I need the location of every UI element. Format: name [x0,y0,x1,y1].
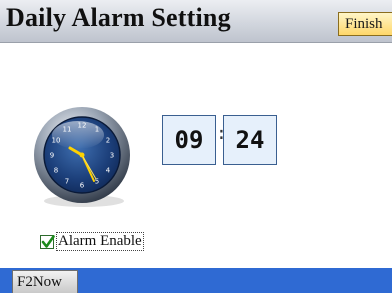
checkmark-icon [41,234,55,248]
finish-button[interactable]: Finish [338,12,392,36]
f2now-softkey[interactable]: F2Now [12,270,78,293]
clock-numeral: 4 [106,167,111,175]
clock-numeral: 2 [106,137,110,145]
alarm-enable-checkbox[interactable] [40,234,55,249]
clock-numeral: 3 [110,152,114,160]
analog-clock-icon: 121234567891011 [30,105,134,209]
clock-numeral: 9 [50,152,54,160]
clock-numeral: 7 [65,178,69,186]
title-bar: Daily Alarm Setting Finish [0,0,392,43]
hour-field[interactable]: 09 [162,115,216,165]
alarm-enable-label: Alarm Enable [56,232,144,251]
alarm-enable-checkbox-row[interactable]: Alarm Enable [40,232,144,251]
clock-numeral: 8 [54,167,58,175]
clock-numeral: 6 [80,182,85,190]
page-title: Daily Alarm Setting [6,3,231,32]
minute-field[interactable]: 24 [223,115,277,165]
